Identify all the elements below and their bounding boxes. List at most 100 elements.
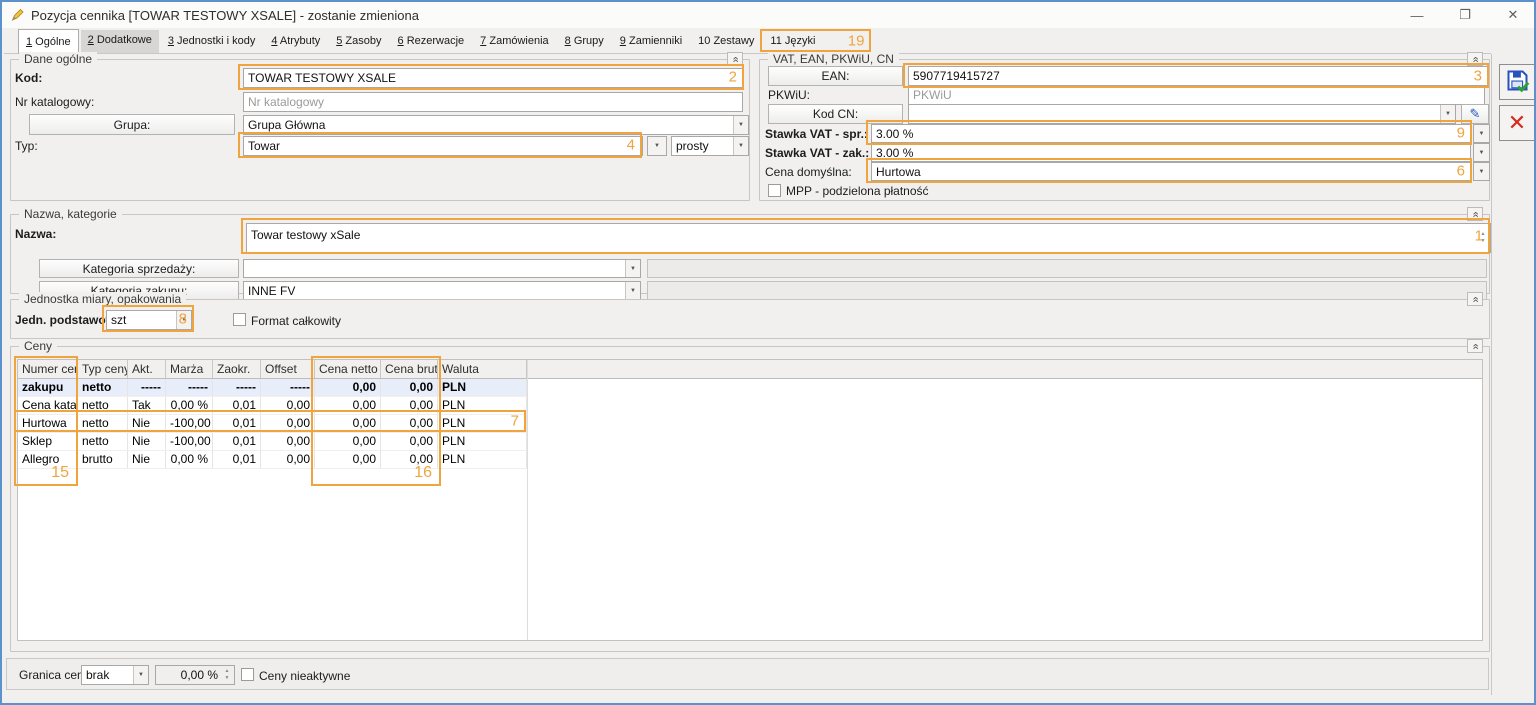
table-cell: Cena katalog... [18, 397, 78, 414]
jedn-podstawowa-combo[interactable]: szt ▼ [106, 310, 192, 330]
tab-ogolne[interactable]: 1 Ogólne [18, 29, 79, 54]
group-nazwa-kategorie: Nazwa, kategorie « Nazwa: Towar testowy … [10, 214, 1490, 294]
table-cell: 0,00 [381, 397, 438, 414]
collapse-chevron-icon[interactable]: « [1467, 207, 1483, 221]
collapse-chevron-icon[interactable]: « [1467, 339, 1483, 353]
column-header-filler [527, 360, 1482, 378]
tab-rezerwacje[interactable]: 6 Rezerwacje [391, 31, 472, 53]
column-header[interactable]: Akt. [128, 360, 166, 378]
kategoria-sprzedazy-button[interactable]: Kategoria sprzedaży: [39, 259, 239, 278]
chevron-down-icon[interactable]: ▼ [176, 311, 191, 329]
table-cell: PLN [438, 415, 527, 432]
tab-jezyki[interactable]: 11 Języki 19 [763, 31, 822, 53]
chevron-down-icon[interactable]: ▼ [733, 137, 748, 155]
column-header[interactable]: Marża [166, 360, 213, 378]
mpp-checkbox[interactable] [768, 184, 781, 197]
nazwa-label: Nazwa: [15, 227, 56, 241]
kod-cn-combo[interactable]: ▼ [908, 104, 1456, 124]
tab-jednostki-i-kody[interactable]: 3 Jednostki i kody [161, 31, 262, 53]
vat-spr-dropdown-icon[interactable]: ▼ [1473, 124, 1490, 143]
tab-zamowienia[interactable]: 7 Zamówienia [473, 31, 555, 53]
kategoria-zakupu-combo[interactable]: INNE FV ▼ [243, 281, 641, 300]
ceny-nieaktywne-checkbox[interactable] [241, 668, 254, 681]
scroll-spinner-icon[interactable]: ▲▼ [1477, 225, 1489, 251]
minimize-icon[interactable]: — [1406, 8, 1428, 23]
kategoria-sprzedazy-combo[interactable]: ▼ [243, 259, 641, 278]
collapse-chevron-icon[interactable]: « [1467, 292, 1483, 306]
table-cell: 0,01 [213, 433, 261, 450]
table-cell: netto [78, 415, 128, 432]
ean-button[interactable]: EAN: [768, 66, 903, 86]
cancel-button[interactable]: ✕ [1499, 105, 1535, 141]
chevron-down-icon[interactable]: ▼ [625, 260, 640, 277]
nazwa-textarea[interactable]: Towar testowy xSale ▲▼ [246, 223, 1491, 253]
sidebar-divider [1491, 54, 1492, 695]
tab-zestawy[interactable]: 10 Zestawy [691, 31, 761, 53]
collapse-chevron-icon[interactable]: « [1467, 52, 1483, 66]
typ-sub-combo[interactable]: prosty ▼ [671, 136, 749, 156]
edit-pencil-button[interactable]: ✎ [1461, 104, 1489, 124]
maximize-icon[interactable]: ❐ [1454, 7, 1476, 23]
table-cell: netto [78, 433, 128, 450]
kategoria-zakupu-opis-field [647, 281, 1487, 300]
vat-zak-dropdown-icon[interactable]: ▼ [1473, 143, 1490, 162]
group-title: Jednostka miary, opakowania [19, 292, 186, 306]
vat-spr-combo[interactable]: 3.00 % [871, 124, 1471, 143]
ceny-table-body: zakupunetto--------------------0,000,00P… [18, 379, 1482, 469]
chevron-down-icon[interactable]: ▼ [625, 282, 640, 299]
column-header[interactable]: Cena brutto [381, 360, 438, 378]
table-cell: netto [78, 379, 128, 396]
cena-domyslna-dropdown-icon[interactable]: ▼ [1473, 162, 1490, 181]
table-row[interactable]: SklepnettoNie-100,00 %0,010,000,000,00PL… [18, 433, 527, 451]
table-cell: Tak [128, 397, 166, 414]
granica-ceny-combo[interactable]: brak ▼ [81, 665, 149, 685]
ean-input[interactable]: 5907719415727 [908, 66, 1489, 86]
kod-input[interactable]: TOWAR TESTOWY XSALE [243, 68, 743, 88]
typ-combo[interactable]: Towar [243, 136, 643, 156]
typ-dropdown-icon[interactable]: ▼ [647, 136, 667, 156]
tab-zasoby[interactable]: 5 Zasoby [329, 31, 388, 53]
table-cell: 0,00 [261, 433, 315, 450]
grupa-button[interactable]: Grupa: [29, 114, 235, 135]
column-header[interactable]: Numer ceny [18, 360, 78, 378]
spinner-arrows-icon[interactable]: ▲▼ [221, 667, 233, 683]
kod-cn-button[interactable]: Kod CN: [768, 104, 903, 124]
column-header[interactable]: Cena netto [315, 360, 381, 378]
table-row[interactable]: zakupunetto--------------------0,000,00P… [18, 379, 527, 397]
cancel-x-icon: ✕ [1508, 112, 1526, 134]
table-cell: Nie [128, 415, 166, 432]
table-cell: 0,00 [381, 379, 438, 396]
group-title: Dane ogólne [19, 52, 97, 66]
table-cell: Nie [128, 433, 166, 450]
grupa-combo[interactable]: Grupa Główna ▼ [243, 115, 749, 135]
chevron-down-icon[interactable]: ▼ [733, 116, 748, 134]
nr-katalogowy-input[interactable]: Nr katalogowy [243, 92, 743, 112]
save-button[interactable] [1499, 64, 1535, 100]
collapse-chevron-icon[interactable]: « [727, 52, 743, 66]
vat-zak-combo[interactable]: 3.00 % [871, 143, 1471, 162]
table-cell: 0,01 [213, 451, 261, 468]
table-cell: ----- [261, 379, 315, 396]
cena-domyslna-combo[interactable]: Hurtowa [871, 162, 1471, 181]
group-ceny: Ceny « Numer cenyTyp cenyAkt.MarżaZaokr.… [10, 346, 1490, 652]
tab-atrybuty[interactable]: 4 Atrybuty [264, 31, 327, 53]
table-row[interactable]: Cena katalog...nettoTak0,00 %0,010,000,0… [18, 397, 527, 415]
granica-procent-spinner[interactable]: 0,00 % ▲▼ [155, 665, 235, 685]
table-row[interactable]: HurtowanettoNie-100,00 %0,010,000,000,00… [18, 415, 527, 433]
close-icon[interactable]: ✕ [1502, 7, 1524, 23]
table-row[interactable]: AllegrobruttoNie0,00 %0,010,000,000,00PL… [18, 451, 527, 469]
format-calkowity-checkbox[interactable] [233, 313, 246, 326]
pkwiu-label: PKWiU: [768, 88, 810, 102]
column-header[interactable]: Offset [261, 360, 315, 378]
table-cell: 0,00 [261, 451, 315, 468]
tab-zamienniki[interactable]: 9 Zamienniki [613, 31, 689, 53]
tab-grupy[interactable]: 8 Grupy [558, 31, 611, 53]
column-header[interactable]: Typ ceny [78, 360, 128, 378]
tab-dodatkowe[interactable]: 2 Dodatkowe [81, 30, 159, 53]
pkwiu-input[interactable]: PKWiU [908, 85, 1485, 105]
table-cell: 0,00 [381, 415, 438, 432]
column-header[interactable]: Waluta [438, 360, 527, 378]
chevron-down-icon[interactable]: ▼ [133, 666, 148, 684]
chevron-down-icon[interactable]: ▼ [1440, 105, 1455, 123]
column-header[interactable]: Zaokr. [213, 360, 261, 378]
